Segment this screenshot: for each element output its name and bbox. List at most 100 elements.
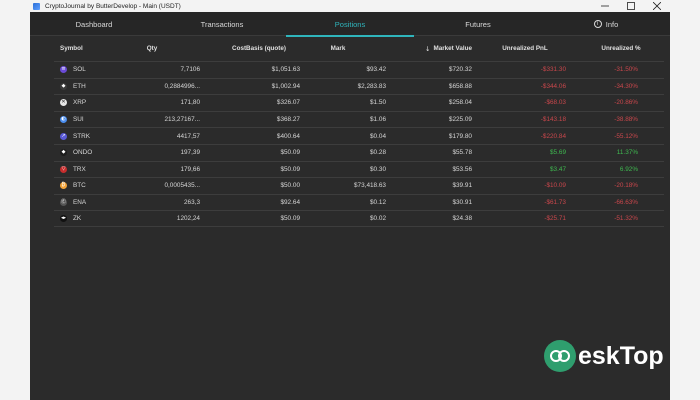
close-button[interactable] [644, 0, 670, 12]
column-header-unrealized-pct[interactable]: Unrealized % [596, 36, 646, 61]
cell-market-value: $179.80 [448, 132, 472, 140]
cell-unrealized-pnl: -$68.03 [544, 99, 566, 107]
cell-symbol: ↗ STRK [60, 128, 120, 144]
table-row[interactable]: ◆ ONDO 197,39 $50.09 $0.28 $55.78 $5.69 11.37% [54, 143, 664, 161]
watermark-logo-icon [544, 340, 576, 372]
symbol-label: ONDO [73, 149, 93, 157]
table-row[interactable]: ↗ STRK 4417,57 $400.64 $0.04 $179.80 -$220.84 -… [54, 127, 664, 144]
cell-mark: $2,283.83 [357, 82, 386, 90]
cell-unrealized-pct: -55.12% [614, 132, 638, 140]
cell-mark: $0.12 [370, 199, 386, 207]
tab-label: Positions [334, 19, 366, 29]
cell-unrealized-pnl: -$220.84 [540, 132, 566, 140]
cell-mark: $0.02 [370, 215, 386, 223]
cell-costbasis: $92.64 [280, 199, 300, 207]
cell-qty: 263,3 [184, 199, 200, 207]
cell-market-value: $720.32 [448, 66, 472, 74]
symbol-label: ZK [73, 215, 82, 223]
cell-unrealized-pct: -38.88% [614, 116, 638, 124]
cell-market-value: $39.91 [452, 182, 472, 190]
tab-label: Dashboard [75, 19, 113, 29]
symbol-label: XRP [73, 99, 87, 107]
cell-market-value: $658.88 [448, 82, 472, 90]
cell-qty: 1202,24 [176, 215, 200, 223]
cell-costbasis: $1,051.63 [271, 66, 300, 74]
tab-label: Futures [465, 19, 491, 29]
close-icon [653, 2, 661, 10]
cell-mark: $0.04 [370, 132, 386, 140]
cell-qty: 4417,57 [176, 132, 200, 140]
table-body: ≡ SOL 7,7106 $1,051.63 $93.42 $720.32 -$331.30… [30, 61, 670, 227]
cell-qty: 179,66 [180, 165, 200, 173]
tab-dashboard[interactable]: Dashboard [30, 12, 158, 36]
symbol-label: ETH [73, 82, 86, 90]
watermark-text: esk [578, 341, 620, 370]
maximize-icon [627, 2, 635, 10]
cell-market-value: $24.38 [452, 215, 472, 223]
cell-symbol: ✕ XRP [60, 95, 120, 111]
strk-icon: ↗ [60, 132, 67, 140]
cell-unrealized-pnl: -$61.73 [544, 199, 566, 207]
cell-market-value: $30.91 [452, 199, 472, 207]
cell-qty: 197,39 [180, 149, 200, 157]
symbol-label: ENA [73, 199, 87, 207]
table-row[interactable]: ◐ SUI 213,27167... $368.27 $1.06 $225.09 -$143… [54, 110, 664, 128]
table-row[interactable]: ◆ ETH 0,2884996... $1,002.94 $2,283.83 $658.8… [54, 77, 664, 95]
cell-mark: $1.06 [370, 116, 386, 124]
cell-unrealized-pnl: -$10.09 [544, 182, 566, 190]
table-row[interactable]: ▽ TRX 179,66 $50.09 $0.30 $53.56 $3.47 6.92% [54, 160, 664, 178]
cell-symbol: ◐ SUI [60, 112, 120, 128]
cell-mark: $1.50 [370, 99, 386, 107]
table-row[interactable]: ✕ XRP 171,80 $326.07 $1.50 $258.04 -$68.03 -20.… [54, 94, 664, 111]
cell-costbasis: $50.09 [280, 149, 300, 157]
tab-futures[interactable]: Futures [414, 12, 542, 36]
cell-symbol: ≡ SOL [60, 62, 120, 78]
tab-transactions[interactable]: Transactions [158, 12, 286, 36]
cell-unrealized-pnl: -$331.30 [540, 66, 566, 74]
cell-unrealized-pct: -20.18% [614, 182, 638, 190]
cell-mark: $73,418.63 [354, 182, 386, 190]
tab-info[interactable]: i Info [542, 12, 670, 36]
minimize-icon [601, 5, 609, 7]
table-row[interactable]: ≡ SOL 7,7106 $1,051.63 $93.42 $720.32 -$331.30… [54, 61, 664, 78]
table-row[interactable]: ◂▸ ZK 1202,24 $50.09 $0.02 $24.38 -$25.71 -51.3… [54, 210, 664, 227]
btc-icon: ₿ [60, 182, 67, 190]
sort-descending-icon: ↓ [425, 44, 431, 53]
table-row[interactable]: Ⓔ ENA 263,3 $92.64 $0.12 $30.91 -$61.73 -66.63% [54, 193, 664, 211]
column-header-unrealized-pnl[interactable]: Unrealized PnL [496, 36, 554, 61]
column-header-mark[interactable]: Mark [316, 36, 360, 61]
column-header-label: Market Value [433, 45, 472, 52]
table-header: Symbol Qty CostBasis (quote) Mark ↓ Mark… [30, 36, 670, 61]
cell-mark: $0.28 [370, 149, 386, 157]
column-header-market-value[interactable]: ↓ Market Value [386, 36, 472, 61]
column-header-symbol[interactable]: Symbol [60, 36, 120, 61]
cell-unrealized-pct: -34.30% [614, 82, 638, 90]
cell-costbasis: $1,002.94 [271, 82, 300, 90]
table-row[interactable]: ₿ BTC 0,0005435... $50.00 $73,418.63 $39.91 -$… [54, 177, 664, 194]
cell-qty: 0,2884996... [164, 82, 200, 90]
cell-symbol: ◆ ONDO [60, 145, 120, 161]
cell-market-value: $258.04 [448, 99, 472, 107]
cell-qty: 7,7106 [180, 66, 200, 74]
cell-unrealized-pnl: $5.69 [550, 149, 566, 157]
zk-icon: ◂▸ [60, 215, 67, 223]
cell-symbol: ◆ ETH [60, 79, 120, 95]
symbol-label: BTC [73, 182, 86, 190]
cell-unrealized-pct: -66.63% [614, 199, 638, 207]
window-titlebar: CryptoJournal by ButterDevelop - Main (U… [30, 0, 670, 12]
cell-symbol: ₿ BTC [60, 178, 120, 194]
sui-icon: ◐ [60, 116, 67, 124]
cell-costbasis: $50.00 [280, 182, 300, 190]
cell-qty: 213,27167... [164, 116, 200, 124]
info-icon: i [593, 20, 602, 28]
cell-costbasis: $50.09 [280, 165, 300, 173]
cell-unrealized-pnl: -$25.71 [544, 215, 566, 223]
cell-unrealized-pct: -31.50% [614, 66, 638, 74]
tab-positions[interactable]: Positions [286, 12, 414, 37]
minimize-button[interactable] [592, 0, 618, 12]
cell-unrealized-pct: 6.92% [619, 165, 638, 173]
maximize-button[interactable] [618, 0, 644, 12]
cell-symbol: ◂▸ ZK [60, 211, 120, 226]
column-header-qty[interactable]: Qty [138, 36, 166, 61]
column-header-costbasis[interactable]: CostBasis (quote) [216, 36, 302, 61]
